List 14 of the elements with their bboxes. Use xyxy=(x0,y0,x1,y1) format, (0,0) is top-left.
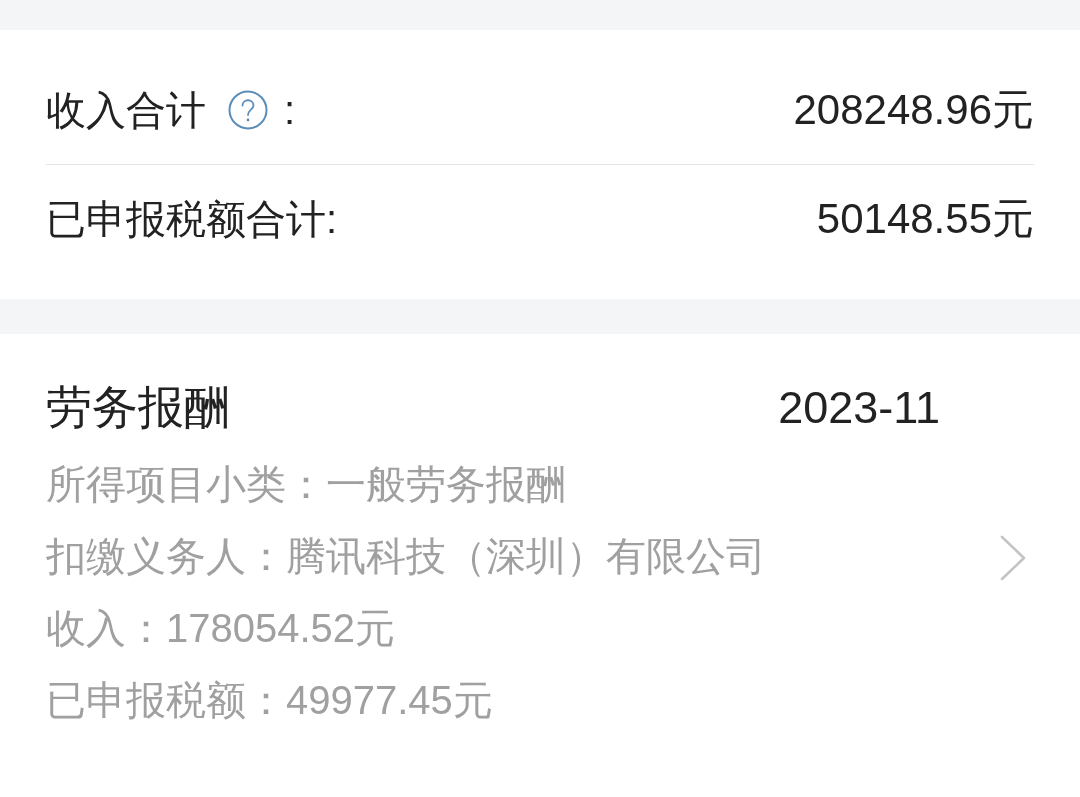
record-detail: 所得项目小类：一般劳务报酬 xyxy=(46,461,567,508)
record-title: 劳务报酬 xyxy=(46,380,230,435)
summary-label: 已申报税额合计: xyxy=(46,195,338,243)
record-detail: 扣缴义务人：腾讯科技（深圳）有限公司 xyxy=(46,533,767,580)
help-icon[interactable] xyxy=(228,90,268,130)
summary-value: 208248.96元 xyxy=(793,85,1034,135)
summary-label: 收入合计 xyxy=(46,86,206,134)
summary-value: 50148.55元 xyxy=(816,194,1034,244)
chevron-right-icon xyxy=(1000,535,1026,581)
record-detail: 已申报税额：49977.45元 xyxy=(46,677,494,724)
record-period: 2023-11 xyxy=(778,382,940,434)
record-detail: 收入：178054.52元 xyxy=(46,605,397,652)
colon-text: : xyxy=(284,87,296,133)
record-card[interactable]: 劳务报酬 2023-11 所得项目小类：一般劳务报酬 扣缴义务人：腾讯科技（深圳）有限公司 收入：178054.52元 已申报税额：49977.45元 xyxy=(0,334,1080,797)
